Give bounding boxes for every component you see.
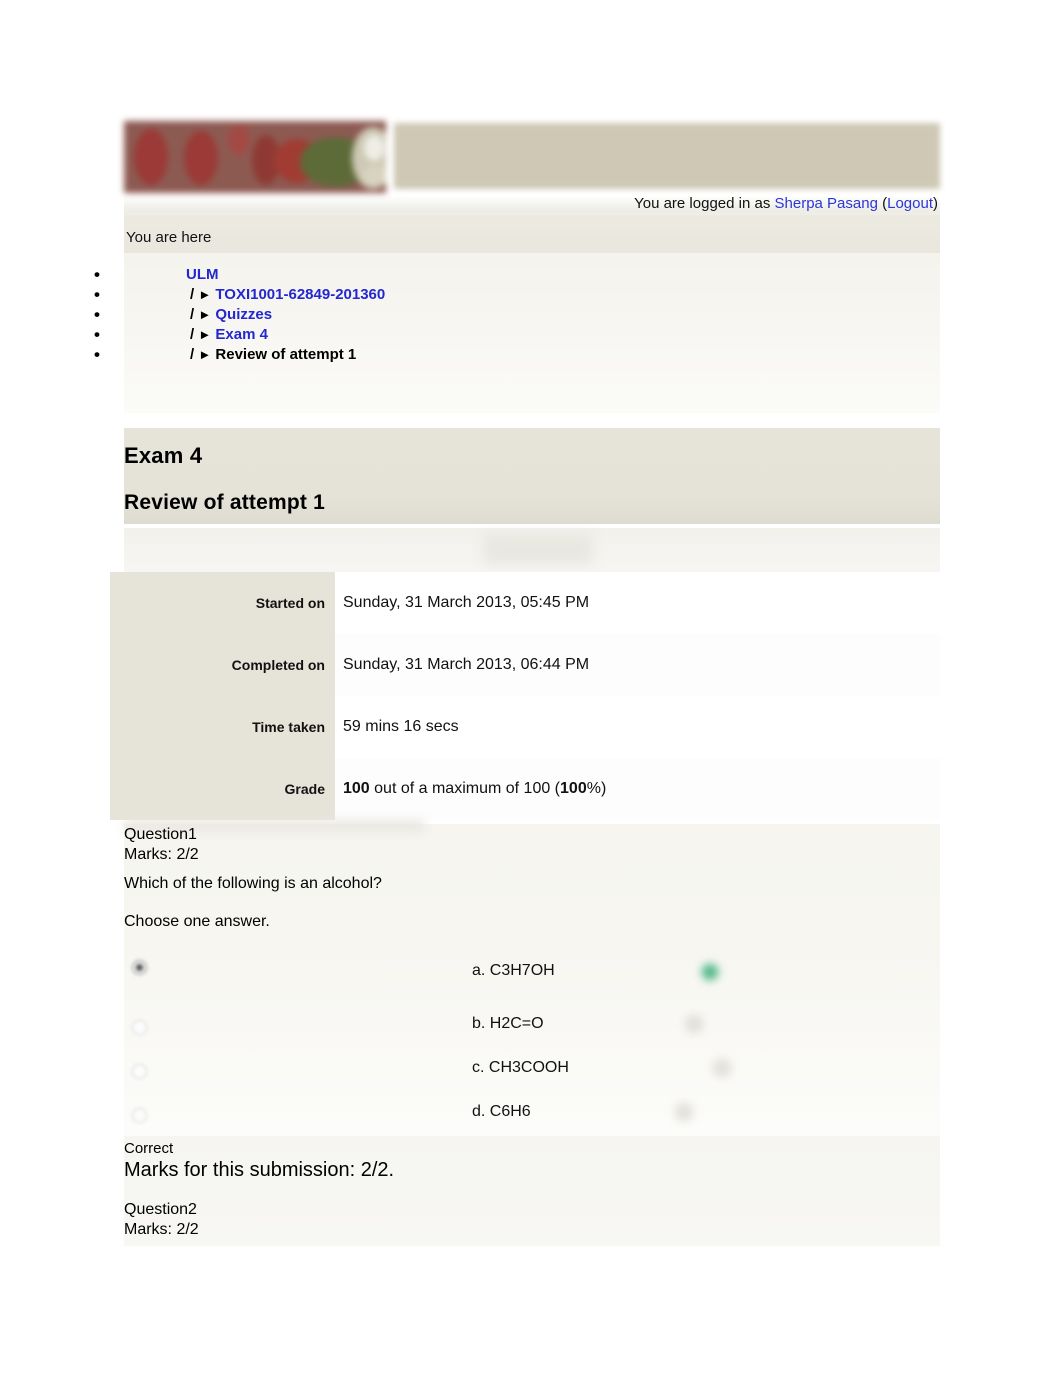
grade-score: 100: [343, 780, 370, 797]
answer-label-c: c. CH3COOH: [472, 1059, 569, 1076]
answer-option-c[interactable]: c. CH3COOH: [124, 1054, 940, 1098]
breadcrumb-separator: /: [190, 326, 195, 343]
user-profile-link[interactable]: Sherpa Pasang: [775, 195, 878, 212]
breadcrumb-link-ulm[interactable]: ULM: [186, 266, 219, 283]
question-2-marks: Marks: 2/2: [124, 1221, 199, 1238]
correct-answer-icon: [698, 960, 722, 984]
logo-shape: [362, 165, 386, 187]
row-label-grade: Grade: [110, 758, 335, 820]
breadcrumb-item-course[interactable]: / ► TOXI1001-62849-201360: [90, 285, 385, 305]
radio-button-d[interactable]: [132, 1108, 147, 1123]
question-1-text: Which of the following is an alcohol?: [124, 875, 382, 892]
row-label-completed-on: Completed on: [110, 634, 335, 696]
login-info: You are logged in as Sherpa Pasang (Logo…: [634, 195, 938, 212]
table-row: Started on Sunday, 31 March 2013, 05:45 …: [110, 572, 940, 634]
row-label-time-taken: Time taken: [110, 696, 335, 758]
logo-shape: [228, 125, 250, 155]
answer-option-b[interactable]: b. H2C=O: [124, 1010, 940, 1054]
blank-answer-icon: [682, 1012, 706, 1036]
question-1-feedback-panel: [124, 1136, 940, 1246]
answer-label-d: d. C6H6: [472, 1103, 531, 1120]
answer-label-a: a. C3H7OH: [472, 962, 555, 979]
paren-close: ): [933, 195, 938, 212]
breadcrumb-bar: You are here: [124, 215, 940, 253]
question-1-instruction: Choose one answer.: [124, 913, 270, 930]
breadcrumb-separator: /: [190, 306, 195, 323]
breadcrumb-current-label: Review of attempt 1: [215, 346, 357, 363]
breadcrumb-item-quizzes[interactable]: / ► Quizzes: [90, 305, 385, 325]
breadcrumb-separator: /: [190, 346, 195, 363]
logo-shape: [364, 135, 384, 161]
row-value-completed-on: Sunday, 31 March 2013, 06:44 PM: [335, 634, 940, 696]
you-are-here-label: You are here: [126, 229, 212, 246]
answer-option-a[interactable]: a. C3H7OH: [124, 950, 940, 1010]
grade-percent: 100: [560, 780, 587, 797]
radio-button-c[interactable]: [132, 1064, 147, 1079]
logo-shape: [134, 129, 168, 185]
table-row: Grade 100 out of a maximum of 100 (100%): [110, 758, 940, 820]
blank-answer-icon: [672, 1100, 696, 1124]
question-1-marks: Marks: 2/2: [124, 846, 199, 863]
page-title: Exam 4: [124, 443, 203, 468]
grade-tail-text: %): [586, 780, 607, 797]
site-logo[interactable]: [124, 121, 386, 193]
breadcrumb-separator: /: [190, 286, 195, 303]
radio-button-b[interactable]: [132, 1020, 147, 1035]
radio-button-a[interactable]: [132, 960, 147, 975]
chevron-right-icon: ►: [198, 287, 212, 302]
row-value-time-taken: 59 mins 16 secs: [335, 696, 940, 758]
breadcrumb-link-quizzes[interactable]: Quizzes: [215, 306, 272, 323]
header-banner: [394, 123, 940, 189]
breadcrumb-item-ulm[interactable]: ULM: [90, 265, 385, 285]
breadcrumb: ULM / ► TOXI1001-62849-201360 / ► Quizze…: [90, 265, 385, 365]
feedback-marks: Marks for this submission: 2/2.: [124, 1159, 395, 1181]
question-1-answers: a. C3H7OH b. H2C=O c. CH3COOH d. C6H6: [124, 950, 940, 1142]
chevron-right-icon: ►: [198, 327, 212, 342]
row-label-started-on: Started on: [110, 572, 335, 634]
logo-shape: [184, 131, 218, 185]
login-prefix-label: You are logged in as: [634, 195, 771, 212]
row-value-started-on: Sunday, 31 March 2013, 05:45 PM: [335, 572, 940, 634]
attempt-summary-table: Started on Sunday, 31 March 2013, 05:45 …: [110, 572, 940, 820]
page-subtitle: Review of attempt 1: [124, 491, 326, 514]
breadcrumb-link-exam4[interactable]: Exam 4: [215, 326, 268, 343]
grade-middle-text: out of a maximum of 100 (: [369, 780, 561, 797]
question-2-number: Question2: [124, 1201, 197, 1218]
feedback-status: Correct: [124, 1140, 174, 1157]
logout-link[interactable]: Logout: [887, 195, 933, 212]
breadcrumb-link-course[interactable]: TOXI1001-62849-201360: [215, 286, 385, 303]
chevron-right-icon: ►: [198, 347, 212, 362]
breadcrumb-item-current: / ► Review of attempt 1: [90, 345, 385, 365]
obscured-element: [484, 534, 592, 564]
row-value-grade: 100 out of a maximum of 100 (100%): [335, 758, 940, 820]
answer-label-b: b. H2C=O: [472, 1015, 544, 1032]
table-row: Time taken 59 mins 16 secs: [110, 696, 940, 758]
table-row: Completed on Sunday, 31 March 2013, 06:4…: [110, 634, 940, 696]
question-1-number: Question1: [124, 826, 197, 843]
breadcrumb-item-exam4[interactable]: / ► Exam 4: [90, 325, 385, 345]
blank-answer-icon: [710, 1056, 734, 1080]
quiz-review-page: You are logged in as Sherpa Pasang (Logo…: [0, 0, 1062, 1377]
chevron-right-icon: ►: [198, 307, 212, 322]
